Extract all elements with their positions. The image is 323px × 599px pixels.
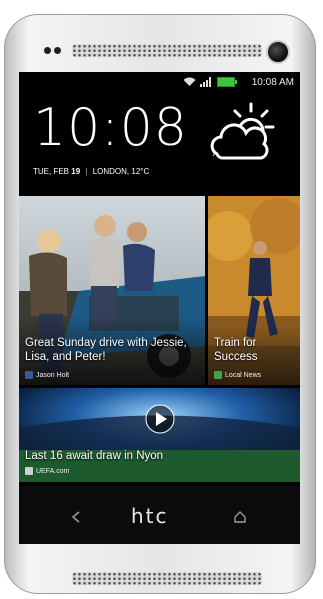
social-tile-source: Jason Holt: [25, 371, 69, 379]
feed-tile-news[interactable]: Train for Success Local News: [208, 196, 300, 385]
news-tile-caption: Train for Success: [214, 337, 258, 363]
clock-time[interactable]: 10:08: [33, 98, 188, 158]
back-icon[interactable]: [69, 510, 83, 524]
video-source-name: UEFA.com: [36, 467, 70, 475]
feed-tile-social[interactable]: Great Sunday drive with Jessie, Lisa, an…: [19, 196, 205, 385]
wifi-icon: [183, 77, 196, 86]
social-source-name: Jason Holt: [36, 371, 70, 379]
location-name: LONDON,: [92, 167, 130, 176]
weather-partly-cloudy-icon[interactable]: [209, 100, 279, 164]
screen: 10:08 AM 10:08 AM TUE, FEB 19 | LONDON, …: [19, 72, 300, 490]
battery-icon: [217, 77, 237, 87]
news-source-name: Local News: [225, 371, 262, 379]
date-location-line: TUE, FEB 19 | LONDON, 12°C: [33, 167, 149, 176]
top-speaker-grille: [72, 44, 262, 57]
uefa-icon: [25, 467, 33, 475]
play-icon[interactable]: [145, 404, 175, 434]
status-bar: 10:08 AM: [19, 72, 300, 92]
status-time: 10:08 AM: [251, 77, 294, 88]
video-tile-source: UEFA.com: [25, 467, 69, 475]
date-separator: |: [85, 167, 88, 176]
nav-bar: htc: [19, 490, 300, 544]
temperature: 12°C: [131, 167, 150, 176]
front-camera: [266, 40, 290, 64]
home-icon[interactable]: [233, 510, 247, 524]
date-day: TUE, FEB: [33, 167, 70, 176]
bottom-speaker-grille: [72, 572, 262, 585]
feed-tile-video[interactable]: Last 16 await draw in Nyon UEFA.com: [19, 388, 300, 482]
date-daynum: 19: [71, 167, 81, 176]
signal-icon: [200, 77, 211, 87]
local-news-icon: [214, 371, 222, 379]
brand-logo: htc: [131, 504, 169, 528]
facebook-icon: [25, 371, 33, 379]
sensor-dots: [44, 47, 66, 55]
social-tile-caption: Great Sunday drive with Jessie, Lisa, an…: [25, 337, 187, 363]
video-tile-caption: Last 16 await draw in Nyon: [25, 450, 164, 462]
news-tile-source: Local News: [214, 371, 261, 379]
